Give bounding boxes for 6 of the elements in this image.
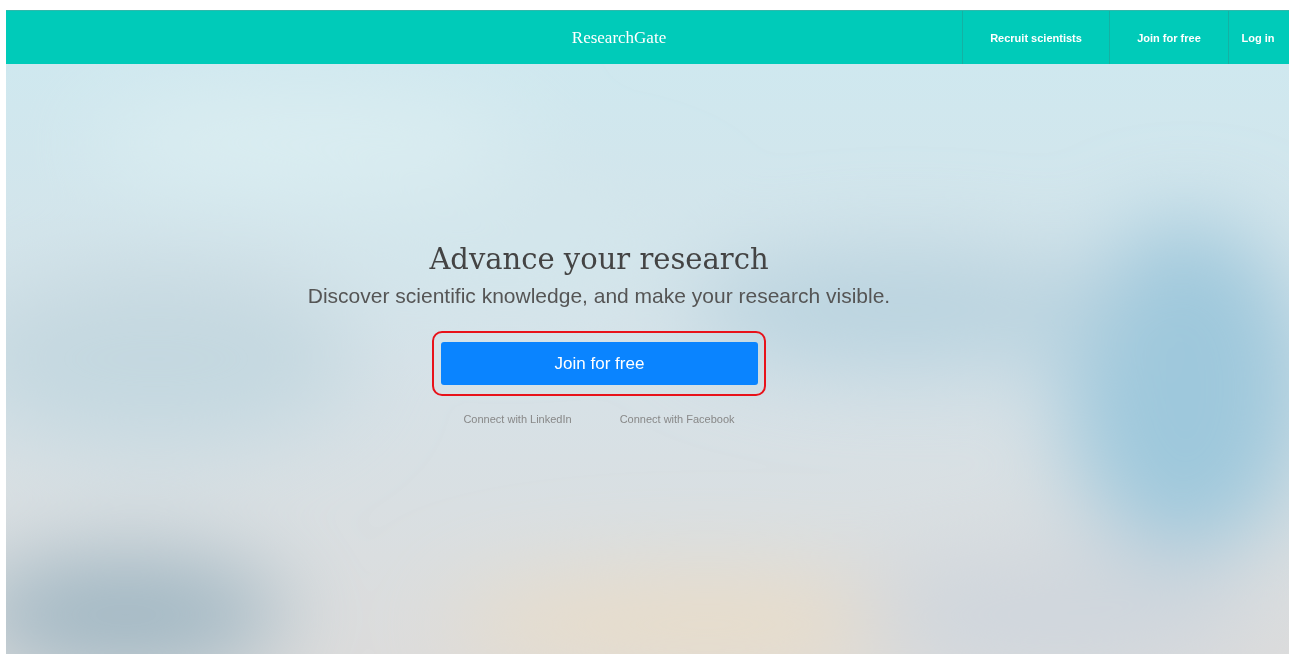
connect-link[interactable]: Connect with LinkedIn [463,413,572,425]
join-button[interactable]: Join for free [441,342,758,385]
logo-text[interactable]: ResearchGate [571,27,667,48]
hero-subtitle: Discover scientific knowledge, and make your research visible. [307,284,891,308]
connect-link[interactable]: Connect with Facebook [619,413,735,425]
hero-title: Advance your research [429,242,769,276]
